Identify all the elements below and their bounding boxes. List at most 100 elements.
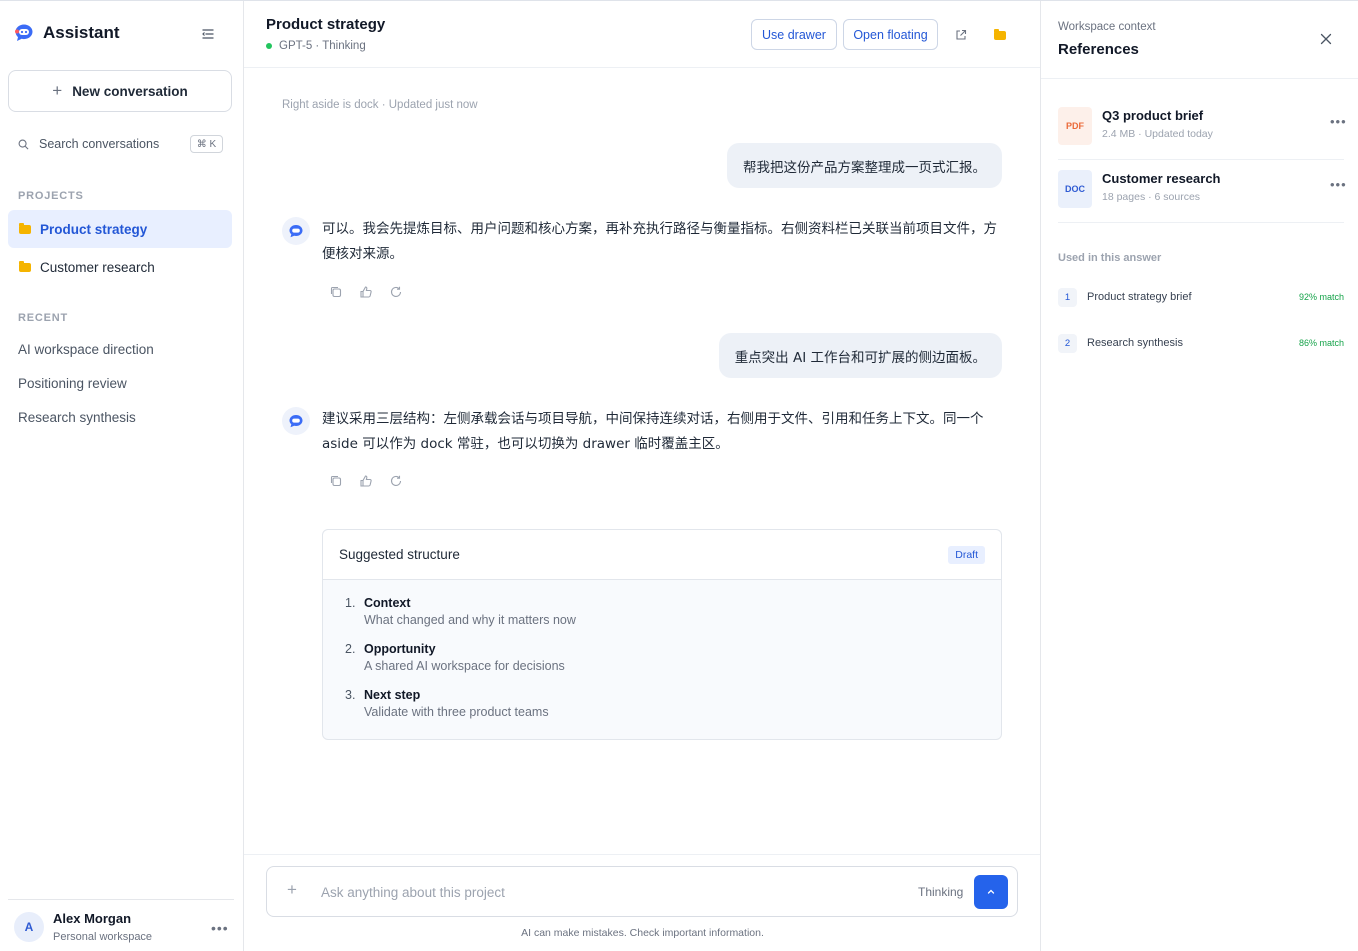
conversation-meta: Right aside is dock · Updated just now [282,99,478,111]
used-in-answer-heading: Used in this answer [1058,252,1162,264]
recent-item-ai-workspace[interactable]: AI workspace direction [18,342,154,357]
list-item: 2. Opportunity A shared AI workspace for… [345,642,576,688]
user-message: 帮我把这份产品方案整理成一页式汇报。 [727,143,1002,188]
brand-name: Assistant [43,23,120,42]
model-status: GPT-5 · Thinking [266,40,366,52]
panel-title: References [1058,41,1139,58]
item-description: What changed and why it matters now [364,613,576,627]
user-profile[interactable]: A Alex Morgan Personal workspace ••• [8,899,234,951]
more-icon[interactable]: ••• [211,920,229,936]
item-description: A shared AI workspace for decisions [364,659,565,673]
structure-header: Suggested structure Draft [323,530,1001,580]
avatar: A [14,912,44,942]
message-actions [329,285,403,299]
status-badge: Draft [948,545,985,564]
copy-icon[interactable] [329,285,343,299]
regenerate-icon[interactable] [389,285,403,299]
citation-item[interactable]: 2 Research synthesis 86% match [1058,333,1344,353]
collapse-sidebar-icon[interactable] [200,26,216,42]
file-name: Q3 product brief [1102,108,1204,123]
status-dot-icon [266,43,272,49]
file-meta: 2.4 MB · Updated today [1102,128,1213,140]
item-title: Opportunity [364,642,436,656]
copy-icon[interactable] [329,474,343,488]
model-label: GPT-5 · Thinking [279,40,366,52]
assistant-message: 建议采用三层结构：左侧承载会话与项目导航，中间保持连续对话，右侧用于文件、引用和… [322,411,984,452]
disclaimer: AI can make mistakes. Check important in… [521,927,764,939]
search-label: Search conversations [39,137,160,151]
references-panel: Workspace context References PDF Q3 prod… [1040,1,1358,951]
project-label: Product strategy [40,221,148,237]
sidebar-item-product-strategy[interactable]: Product strategy [8,210,232,248]
search-icon [18,139,29,149]
app-window: Assistant + New conversation Search conv… [0,0,1358,951]
regenerate-icon[interactable] [389,474,403,488]
plus-icon: + [52,81,63,100]
composer-area: + Thinking AI can make mistakes. Check i… [244,854,1041,951]
close-icon[interactable] [1318,31,1334,47]
assistant-avatar-icon [282,217,310,245]
more-icon[interactable]: ••• [1330,177,1347,192]
citation-number: 2 [1058,333,1077,353]
recent-item-research[interactable]: Research synthesis [18,410,136,425]
chat-header: Product strategy GPT-5 · Thinking Use dr… [244,1,1041,68]
list-item: 3. Next step Validate with three product… [345,688,576,734]
list-item: 1. Context What changed and why it matte… [345,596,576,642]
structure-title: Suggested structure [339,547,460,562]
match-score: 92% match [1298,292,1344,302]
file-item-customer-research[interactable]: DOC Customer research 18 pages · 6 sourc… [1058,160,1347,223]
recent-item-positioning[interactable]: Positioning review [18,376,127,391]
citation-item[interactable]: 1 Product strategy brief 92% match [1058,287,1344,307]
assistant-message: 可以。我会先提炼目标、用户问题和核心方案，再补充执行路径与衡量指标。右侧资料栏已… [322,221,997,262]
list-number: 1. [345,596,356,610]
divider [1041,78,1358,79]
user-workspace: Personal workspace [53,931,153,943]
list-number: 2. [345,642,356,656]
item-description: Validate with three product teams [364,705,549,719]
file-name: Customer research [1102,171,1221,186]
thinking-mode-toggle[interactable]: Thinking [918,885,963,899]
sidebar-item-customer-research[interactable]: Customer research [8,248,232,286]
file-item-q3-brief[interactable]: PDF Q3 product brief 2.4 MB · Updated to… [1058,97,1347,160]
message-actions [329,474,403,488]
open-floating-button[interactable]: Open floating [843,19,938,50]
user-message: 重点突出 AI 工作台和可扩展的侧边面板。 [718,333,1002,378]
search-shortcut: ⌘ K [190,135,223,153]
match-score: 86% match [1298,338,1344,348]
project-label: Customer research [40,259,155,275]
assistant-avatar-icon [282,407,310,435]
chat-main: Product strategy GPT-5 · Thinking Use dr… [244,1,1041,951]
file-meta: 18 pages · 6 sources [1102,191,1201,203]
citation-name: Product strategy brief [1087,291,1192,303]
item-title: Context [364,596,411,610]
thumbs-up-icon[interactable] [359,474,373,488]
doc-file-icon: DOC [1058,170,1092,208]
composer: + Thinking [266,866,1018,917]
citation-number: 1 [1058,287,1077,307]
sidebar: Assistant + New conversation Search conv… [0,1,244,951]
new-conversation-button[interactable]: + New conversation [8,70,232,112]
structure-list: 1. Context What changed and why it matte… [345,596,576,734]
suggested-structure-card: Suggested structure Draft 1. Context Wha… [322,529,1002,740]
folder-icon [19,260,31,272]
external-link-icon[interactable] [951,25,971,45]
thumbs-up-icon[interactable] [359,285,373,299]
folder-icon [19,222,31,234]
search-conversations[interactable]: Search conversations ⌘ K [18,134,223,154]
user-name: Alex Morgan [53,911,132,926]
page-title: Product strategy [266,16,386,33]
brand: Assistant [14,23,120,43]
pdf-file-icon: PDF [1058,107,1092,145]
message-input[interactable] [321,880,881,904]
use-drawer-button[interactable]: Use drawer [751,19,837,50]
folder-toggle-icon[interactable] [990,25,1010,45]
recent-heading: RECENT [18,312,69,324]
arrow-up-icon [987,889,995,894]
send-button[interactable] [974,875,1008,909]
panel-eyebrow: Workspace context [1058,21,1156,33]
attach-plus-icon[interactable]: + [287,880,297,900]
more-icon[interactable]: ••• [1330,114,1347,129]
item-title: Next step [364,688,421,702]
list-number: 3. [345,688,356,702]
projects-heading: PROJECTS [18,190,84,202]
